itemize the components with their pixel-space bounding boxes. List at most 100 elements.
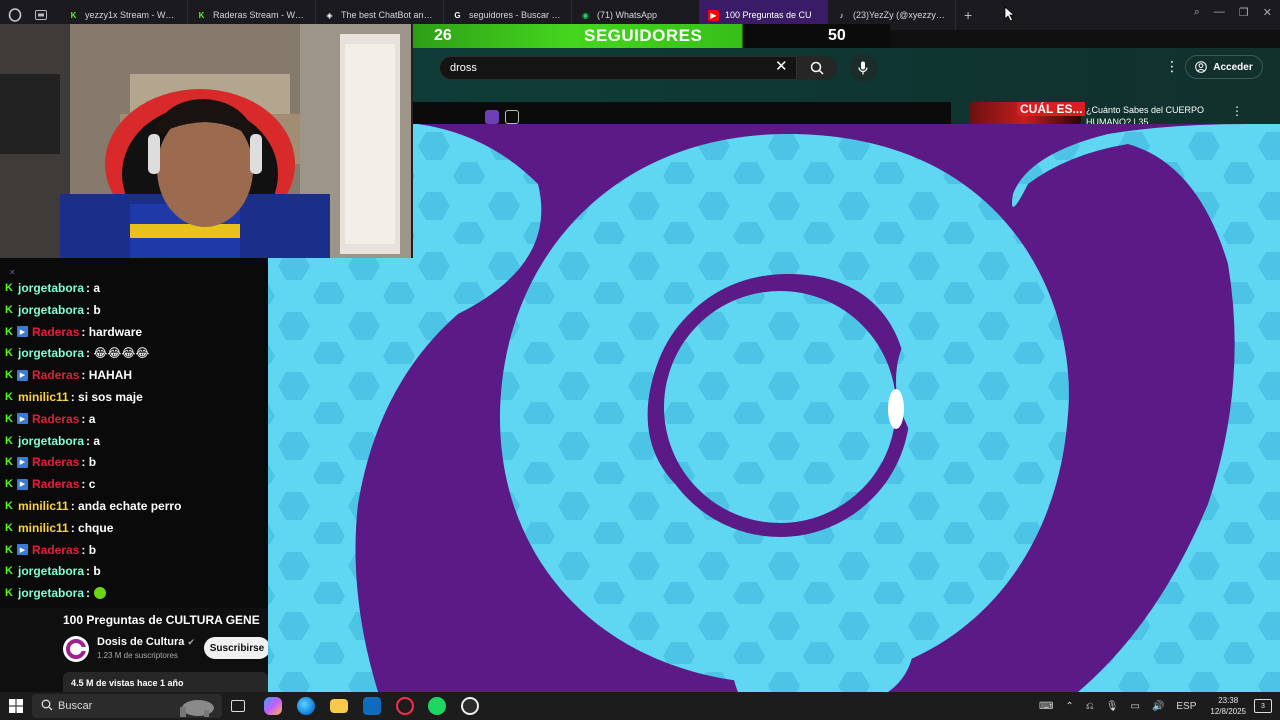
outlook-icon[interactable] [363, 697, 381, 715]
chat-username[interactable]: Raderas [32, 412, 79, 426]
search-button[interactable] [797, 56, 837, 80]
chat-username[interactable]: Raderas [32, 455, 79, 469]
chat-username[interactable]: Raderas [32, 477, 79, 491]
follower-goal-bar: 26 SEGUIDORES 50 [398, 24, 890, 48]
taskbar-search[interactable]: Buscar [32, 694, 222, 718]
google-icon: G [454, 10, 461, 20]
volume-icon[interactable]: 🔊 [1152, 701, 1164, 712]
sign-in-label: Acceder [1213, 61, 1253, 73]
follower-goal: 50 [828, 27, 846, 44]
verified-icon: ✔ [187, 637, 196, 647]
chat-text: : [86, 586, 91, 601]
clock-time: 23:38 [1218, 696, 1239, 705]
chat-text: : 😂😂😂😂 [86, 346, 150, 361]
webcam-feed [0, 24, 413, 258]
search-icon [810, 61, 824, 75]
chat-text: : si sos maje [70, 390, 143, 404]
spotify-icon[interactable] [428, 697, 446, 715]
screen: Kyezzy1x Stream - Watch L K Raderas Stream… [0, 0, 1280, 720]
chat-text: : a [86, 433, 101, 448]
chat-message: Kminilic11: anda echate perro [4, 496, 181, 516]
channel-avatar[interactable] [63, 636, 89, 662]
opera-gx-icon[interactable] [4, 4, 26, 26]
new-tab-button[interactable]: + [964, 7, 972, 23]
follower-count: 26 [434, 27, 452, 44]
close-chat-icon[interactable]: ✕ [9, 268, 16, 277]
file-explorer-icon[interactable] [330, 699, 348, 713]
kick-icon: K [198, 10, 205, 20]
search-tabs-icon[interactable]: ⌕ [1194, 6, 1200, 19]
green-emote-icon [94, 587, 107, 600]
edge-icon[interactable] [297, 697, 315, 715]
sign-in-button[interactable]: Acceder [1185, 55, 1263, 79]
clock[interactable]: 23:38 12/8/2025 [1210, 695, 1246, 717]
chat-text: : chque [70, 520, 114, 535]
recommended-options-icon[interactable]: ⋮ [1231, 104, 1243, 118]
chevron-up-icon[interactable]: ⌃ [1065, 701, 1073, 712]
keyboard-icon[interactable]: ⌨ [1039, 701, 1053, 712]
overlay-icon[interactable] [485, 110, 499, 124]
windows-taskbar: Buscar ⌨ ⌃ ⎌ 🎙 ▭ 🔊 ESP 23:38 12/8/2025 3 [0, 692, 1280, 720]
taskbar-search-label: Buscar [58, 700, 93, 712]
video-top-bar [413, 102, 951, 124]
search-input[interactable]: dross [439, 56, 797, 80]
youtube-icon: ▶ [708, 9, 719, 21]
notifications-badge[interactable]: 3 [1254, 699, 1272, 713]
video-title: 100 Preguntas de CULTURA GENE [63, 613, 260, 627]
browser-tab-label: Raderas Stream - Watch L [213, 10, 307, 20]
clock-date: 12/8/2025 [1210, 707, 1246, 716]
chat-username[interactable]: Raderas [32, 543, 79, 557]
language-indicator[interactable]: ESP [1176, 701, 1196, 712]
windows-start-icon[interactable] [8, 698, 24, 714]
tab-menu-icon[interactable] [30, 4, 52, 26]
chat-text: : b [81, 455, 97, 470]
chat-text: : a [81, 411, 96, 426]
tiktok-icon: ♪ [839, 10, 844, 20]
channel-name[interactable]: Dosis de Cultura [97, 636, 184, 648]
browser-tab-label: seguidores - Buscar con [469, 10, 563, 20]
browser-tab-label: (23)YezZy (@xyezzyy) | T [853, 10, 947, 20]
chat-text: : b [81, 542, 97, 557]
network-icon[interactable]: ▭ [1130, 701, 1139, 712]
clear-search-icon[interactable]: ✕ [775, 57, 788, 75]
task-view-icon[interactable] [231, 700, 245, 712]
chat-text: : a [86, 281, 101, 295]
exit-icon[interactable] [505, 110, 519, 124]
kick-icon: K [70, 10, 77, 20]
video-views: 4.5 M de vistas hace 1 año [63, 672, 268, 692]
chat-text: : b [86, 302, 101, 317]
copilot-icon[interactable] [264, 697, 282, 715]
follower-label: SEGUIDORES [584, 26, 703, 45]
game-canvas [268, 124, 1280, 692]
minimize-icon[interactable]: — [1214, 6, 1225, 19]
recommended-video[interactable]: CUÁL ES... ¿Cuánto Sabes del CUERPO HUMA… [969, 102, 1233, 127]
chat-text: : anda echate perro [70, 499, 182, 513]
account-icon [1195, 61, 1208, 73]
microphone-tray-icon[interactable]: 🎙 [1106, 701, 1119, 712]
restore-icon[interactable]: ❐ [1239, 6, 1249, 19]
thumbnail-text: CUÁL ES... [1017, 102, 1086, 116]
window-controls: ⌕ — ❐ ✕ [1194, 6, 1272, 19]
subscribe-button[interactable]: Suscribirse [204, 637, 268, 659]
opera-gx-icon[interactable] [396, 697, 414, 715]
voice-search-button[interactable] [849, 54, 877, 82]
more-options-icon[interactable]: ⋮ [1165, 58, 1179, 75]
mouse-cursor-icon [1004, 6, 1016, 22]
stream-chat: Kjorgetabora: a Kjorgetabora: b K ▶ Raderas:… [0, 258, 268, 608]
spiral-maze [268, 124, 1280, 692]
chat-username[interactable]: Raderas [32, 325, 79, 339]
usb-icon[interactable]: ⎌ [1086, 701, 1094, 712]
browser-tab-label: (71) WhatsApp [597, 10, 658, 20]
video-info-panel: 100 Preguntas de CULTURA GENE Dosis de C… [0, 608, 268, 692]
chat-username[interactable]: Raderas [32, 368, 79, 382]
chat-text: : hardware [81, 324, 143, 339]
youtube-header: dross ✕ ⋮ Acceder CUÁL ES... ¿Cuánto Sab… [413, 48, 1280, 127]
chat-text: : c [81, 477, 96, 492]
browser-tab-label: 100 Preguntas de CU [725, 10, 812, 20]
browser-tab-label: The best ChatBot and Wi [341, 10, 435, 20]
bot-icon: ◈ [326, 10, 333, 20]
close-icon[interactable]: ✕ [1263, 6, 1272, 19]
obs-icon[interactable] [461, 697, 479, 715]
system-tray: ⌨ ⌃ ⎌ 🎙 ▭ 🔊 ESP 23:38 12/8/2025 3 [1033, 692, 1280, 720]
player-blob [888, 389, 904, 429]
